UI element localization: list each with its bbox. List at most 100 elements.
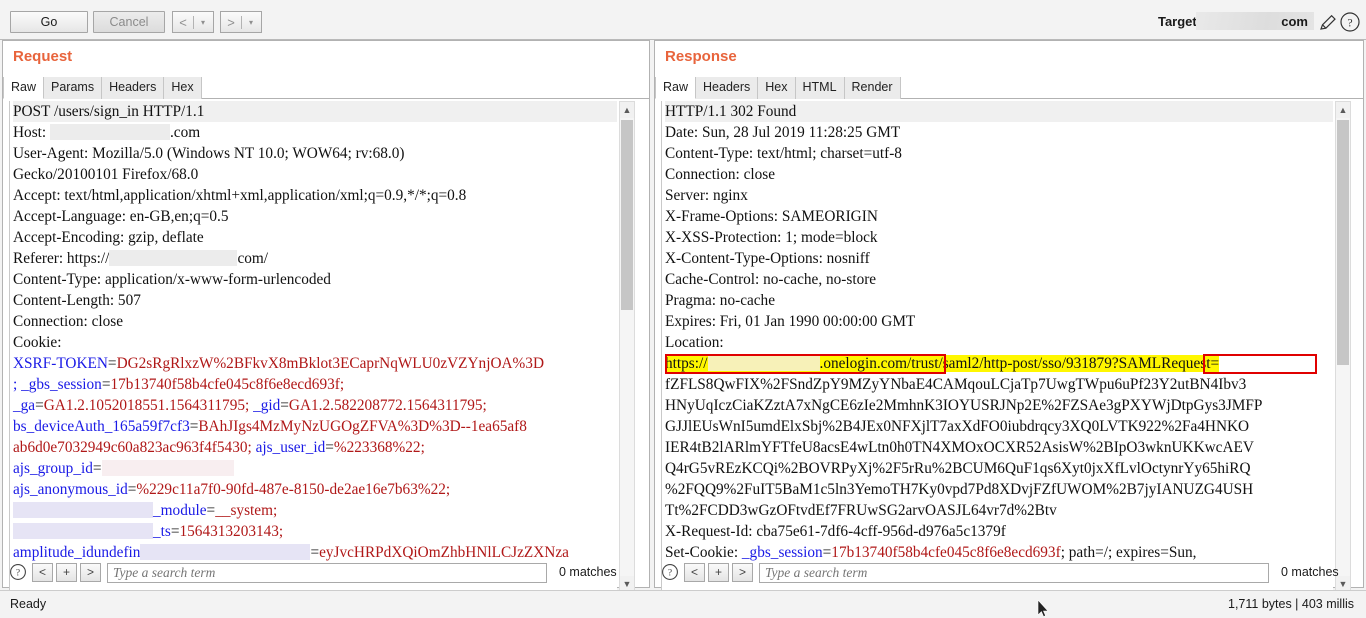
text-line: %2FQQ9%2FuIT5BaM1c5ln3YemoTH7Ky0vpd7Pd8X… (665, 479, 1333, 500)
cookie-value: eyJvcHRPdXQiOmZhbHNlLCJzZXNza (319, 544, 569, 561)
text-run: X-Frame-Options: SAMEORIGIN (665, 208, 878, 225)
text-line: ajs_group_id= (13, 458, 617, 479)
response-raw-text[interactable]: HTTP/1.1 302 Found Date: Sun, 28 Jul 2019… (661, 101, 1333, 593)
text-run: = (107, 355, 117, 372)
cookie-key: ; _gbs_session (13, 376, 102, 393)
text-line: Connection: close (665, 164, 1333, 185)
text-line: Connection: close (13, 311, 617, 332)
text-line: ab6d0e7032949c60a823ac963f4f5430; ajs_us… (13, 437, 617, 458)
tab-request-hex[interactable]: Hex (164, 77, 202, 99)
request-scrollbar[interactable]: ▲ ▼ (619, 101, 635, 593)
text-line: Referer: https:// com/ (13, 248, 617, 269)
scroll-up-icon[interactable]: ▲ (620, 102, 634, 118)
question-mark-icon[interactable]: ? (9, 563, 27, 581)
request-panel-title: Request (13, 48, 73, 65)
tab-response-raw[interactable]: Raw (655, 77, 697, 99)
text-run: Host: (13, 124, 50, 141)
cookie-value: %223368%22; (333, 439, 425, 456)
text-line: Accept-Encoding: gzip, deflate (13, 227, 617, 248)
text-run: Date: Sun, 28 Jul 2019 11:28:25 GMT (665, 124, 901, 141)
response-searchbar: ? < + > 0 matches (659, 561, 1359, 585)
scrollbar-thumb[interactable] (621, 120, 633, 310)
search-next-button[interactable]: > (80, 563, 101, 582)
back-button[interactable]: < ▾ (172, 11, 214, 33)
tab-request-headers[interactable]: Headers (102, 77, 165, 99)
text-run: Cookie: (13, 334, 62, 351)
cookie-key: _ts (153, 523, 171, 540)
burp-repeater-window: Go Cancel < ▾ > ▾ Target: https:// com ?… (0, 0, 1366, 618)
text-run: X-Request-Id: cba75e61-7df6-4cff-956d-d9… (665, 523, 1006, 540)
search-input[interactable] (107, 563, 547, 583)
go-button[interactable]: Go (10, 11, 88, 33)
text-run: Server: nginx (665, 187, 748, 204)
text-line: _ts=1564313203143; (13, 521, 617, 542)
target-tld: com (1281, 14, 1308, 29)
scrollbar-thumb[interactable] (1337, 120, 1349, 365)
tab-response-html[interactable]: HTML (795, 77, 845, 99)
search-match-count: 0 matches (1281, 565, 1339, 579)
status-bar: Ready 1,711 bytes | 403 millis (0, 590, 1366, 618)
text-run: HTTP/1.1 302 Found (665, 103, 797, 120)
redaction-block (109, 250, 238, 266)
tab-request-raw[interactable]: Raw (3, 77, 45, 99)
text-line: HNyUqIczCiaKZztA7xNgCE6zIe2MmhnK3IOYUSRJ… (665, 395, 1333, 416)
search-next-button[interactable]: > (732, 563, 753, 582)
text-run: Connection: close (13, 313, 124, 330)
text-run: Content-Type: text/html; charset=utf-8 (665, 145, 902, 162)
text-run: X-Content-Type-Options: nosniff (665, 250, 870, 267)
left-arrow-icon: < (179, 14, 187, 30)
cancel-button[interactable]: Cancel (93, 11, 165, 33)
text-run: Location: (665, 334, 724, 351)
text-run: User-Agent: Mozilla/5.0 (Windows NT 10.0… (13, 145, 405, 162)
pencil-icon[interactable] (1318, 12, 1338, 32)
tab-response-headers[interactable]: Headers (696, 77, 759, 99)
request-panel: Request Raw Params Headers Hex POST /use… (2, 40, 650, 593)
question-mark-icon[interactable]: ? (661, 563, 679, 581)
search-add-button[interactable]: + (56, 563, 77, 582)
svg-text:?: ? (668, 569, 672, 579)
text-line: _ga=GA1.2.1052018551.1564311795; _gid=GA… (13, 395, 617, 416)
text-line: ajs_anonymous_id=%229c11a7f0-90fd-487e-8… (13, 479, 617, 500)
request-raw-text[interactable]: POST /users/sign_in HTTP/1.1 Host: .com Us… (9, 101, 617, 593)
text-run: Set-Cookie: (665, 544, 742, 561)
url-highlight: https:// .onelogin.com/trust/saml2/http-p… (665, 355, 1220, 372)
cookie-key: XSRF-TOKEN (13, 355, 108, 372)
search-prev-button[interactable]: < (684, 563, 705, 582)
text-line: _module=__system; (13, 500, 617, 521)
text-run: = (35, 397, 44, 414)
text-line: Content-Length: 507 (13, 290, 617, 311)
cookie-value: GA1.2.1052018551.1564311795; (43, 397, 254, 414)
text-run: = (822, 544, 832, 561)
svg-text:?: ? (1347, 18, 1352, 30)
search-add-button[interactable]: + (708, 563, 729, 582)
text-run: HNyUqIczCiaKZztA7xNgCE6zIe2MmhnK3IOYUSRJ… (665, 397, 1263, 414)
question-mark-icon[interactable]: ? (1339, 11, 1361, 33)
text-line: Accept: text/html,application/xhtml+xml,… (13, 185, 617, 206)
url-query-param: SAMLRequest= (1118, 355, 1220, 372)
text-line: User-Agent: Mozilla/5.0 (Windows NT 10.0… (13, 143, 617, 164)
tab-response-render[interactable]: Render (844, 77, 901, 99)
redaction-block (101, 460, 234, 476)
redaction-block (707, 355, 820, 371)
text-line: Tt%2FCDD3wGzOFtvdEf7FRUwSG2arvOASJL64vr7… (665, 500, 1333, 521)
text-line: Content-Type: text/html; charset=utf-8 (665, 143, 1333, 164)
search-input[interactable] (759, 563, 1269, 583)
text-run: X-XSS-Protection: 1; mode=block (665, 229, 878, 246)
response-scrollbar[interactable]: ▲ ▼ (1335, 101, 1351, 593)
text-line: Date: Sun, 28 Jul 2019 11:28:25 GMT (665, 122, 1333, 143)
tab-request-params[interactable]: Params (44, 77, 103, 99)
top-toolbar: Go Cancel < ▾ > ▾ Target: https:// com ? (0, 0, 1366, 40)
text-run: = (280, 397, 289, 414)
redaction-block (13, 523, 153, 539)
text-line: X-XSS-Protection: 1; mode=block (665, 227, 1333, 248)
scroll-up-icon[interactable]: ▲ (1336, 102, 1350, 118)
text-run: .com (169, 124, 201, 141)
search-prev-button[interactable]: < (32, 563, 53, 582)
url-scheme: https:// (665, 355, 708, 372)
cookie-value: __system; (215, 502, 278, 519)
status-stats: 1,711 bytes | 403 millis (1228, 597, 1354, 611)
tab-response-hex[interactable]: Hex (758, 77, 796, 99)
search-match-count: 0 matches (559, 565, 617, 579)
forward-button[interactable]: > ▾ (220, 11, 262, 33)
cookie-key: ajs_anonymous_id (13, 481, 128, 498)
